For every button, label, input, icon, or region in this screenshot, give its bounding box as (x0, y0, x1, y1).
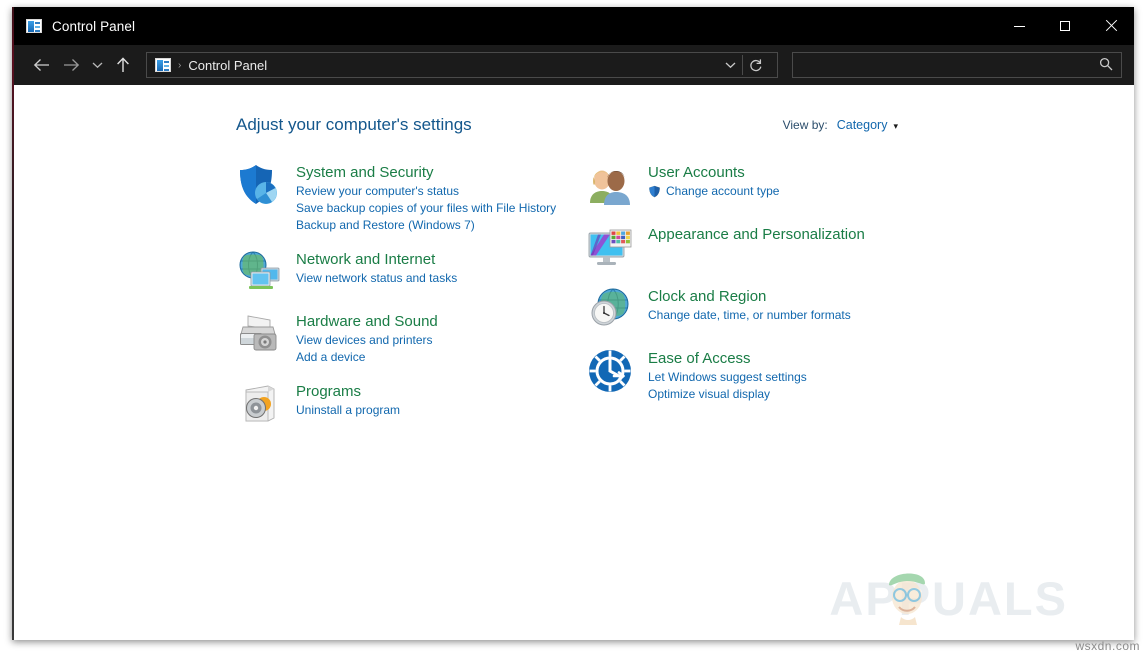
category-body: Ease of Access Let Windows suggest setti… (648, 347, 807, 403)
category-title[interactable]: Programs (296, 382, 400, 401)
category-programs[interactable]: Programs Uninstall a program (234, 380, 586, 428)
category-body: Clock and Region Change date, time, or n… (648, 285, 851, 324)
back-arrow-icon (33, 59, 49, 71)
category-link[interactable]: Backup and Restore (Windows 7) (296, 217, 556, 234)
category-title[interactable]: System and Security (296, 163, 556, 182)
category-body: Programs Uninstall a program (296, 380, 400, 419)
view-by-value[interactable]: Category (837, 118, 888, 132)
watermark-brand: APPUALS (829, 572, 1068, 625)
forward-arrow-icon (63, 59, 79, 71)
window-controls (996, 7, 1134, 45)
chevron-down-icon (725, 62, 735, 69)
category-title[interactable]: User Accounts (648, 163, 779, 182)
breadcrumb-path[interactable]: Control Panel (188, 58, 267, 73)
up-button[interactable] (108, 50, 138, 80)
monitor-palette-icon (586, 223, 634, 271)
category-link[interactable]: View devices and printers (296, 332, 438, 349)
recent-locations-button[interactable] (86, 50, 108, 80)
navigation-bar: › Control Panel (12, 45, 1134, 85)
address-bar[interactable]: › Control Panel (146, 52, 778, 78)
category-body: Network and Internet View network status… (296, 248, 457, 287)
category-body: Hardware and Sound View devices and prin… (296, 310, 438, 366)
category-system-and-security[interactable]: System and Security Review your computer… (234, 161, 586, 234)
address-bar-right-controls (718, 53, 769, 77)
watermark-mascot-icon (879, 563, 935, 625)
close-icon (1105, 20, 1117, 32)
title-bar: Control Panel (12, 7, 1134, 45)
category-link[interactable]: Save backup copies of your files with Fi… (296, 200, 556, 217)
breadcrumb-separator: › (178, 59, 182, 71)
minimize-icon (1013, 25, 1025, 27)
category-title[interactable]: Network and Internet (296, 250, 457, 269)
left-column: System and Security Review your computer… (234, 161, 586, 442)
appuals-watermark: APPUALS (829, 572, 1068, 625)
category-appearance-and-personalization[interactable]: Appearance and Personalization (586, 223, 986, 271)
refresh-button[interactable] (743, 53, 769, 77)
search-box[interactable] (792, 52, 1122, 78)
clock-globe-icon (586, 285, 634, 333)
breadcrumb-control-panel-icon (155, 58, 171, 72)
category-user-accounts[interactable]: User Accounts Change account type (586, 161, 986, 209)
site-watermark: wsxdn.com (1075, 639, 1140, 653)
category-link-row[interactable]: Change account type (648, 183, 779, 200)
category-title[interactable]: Ease of Access (648, 349, 807, 368)
view-by-label: View by: (782, 118, 828, 132)
category-columns: System and Security Review your computer… (234, 161, 1134, 442)
content-header: Adjust your computer's settings View by:… (236, 115, 1104, 135)
category-network-and-internet[interactable]: Network and Internet View network status… (234, 248, 586, 296)
chevron-down-icon (92, 62, 102, 69)
forward-button[interactable] (56, 50, 86, 80)
control-panel-icon (26, 19, 42, 33)
globe-monitors-icon (234, 248, 282, 296)
category-link[interactable]: Change account type (666, 183, 779, 200)
category-body: User Accounts Change account type (648, 161, 779, 200)
user-accounts-icon (586, 161, 634, 209)
close-button[interactable] (1088, 7, 1134, 45)
maximize-icon (1060, 21, 1070, 31)
content-area: Adjust your computer's settings View by:… (12, 85, 1134, 640)
category-body: System and Security Review your computer… (296, 161, 556, 234)
shield-chart-icon (234, 161, 282, 209)
ease-of-access-icon (586, 347, 634, 395)
up-arrow-icon (117, 57, 129, 72)
page-title: Adjust your computer's settings (236, 115, 472, 134)
category-clock-and-region[interactable]: Clock and Region Change date, time, or n… (586, 285, 986, 333)
category-title[interactable]: Appearance and Personalization (648, 225, 865, 244)
category-link[interactable]: Optimize visual display (648, 386, 807, 403)
window-title: Control Panel (52, 18, 136, 34)
category-link[interactable]: Review your computer's status (296, 183, 556, 200)
screenshot-root: Control Panel › Control Panel Adjust you… (0, 0, 1146, 655)
uac-shield-icon (648, 185, 661, 198)
category-hardware-and-sound[interactable]: Hardware and Sound View devices and prin… (234, 310, 586, 366)
maximize-button[interactable] (1042, 7, 1088, 45)
category-link[interactable]: Let Windows suggest settings (648, 369, 807, 386)
category-body: Appearance and Personalization (648, 223, 865, 245)
category-title[interactable]: Hardware and Sound (296, 312, 438, 331)
refresh-icon (750, 59, 762, 72)
category-ease-of-access[interactable]: Ease of Access Let Windows suggest setti… (586, 347, 986, 403)
search-icon (1099, 57, 1113, 74)
printer-icon (234, 310, 282, 358)
category-link[interactable]: Uninstall a program (296, 402, 400, 419)
control-panel-window: Control Panel › Control Panel Adjust you… (12, 7, 1134, 640)
chevron-down-icon[interactable]: ▾ (893, 121, 898, 132)
search-input[interactable] (801, 57, 1093, 73)
right-column: User Accounts Change account type Appear… (586, 161, 986, 442)
category-link[interactable]: Add a device (296, 349, 438, 366)
minimize-button[interactable] (996, 7, 1042, 45)
program-disc-icon (234, 380, 282, 428)
title-bar-left: Control Panel (12, 19, 135, 34)
category-title[interactable]: Clock and Region (648, 287, 851, 306)
back-button[interactable] (26, 50, 56, 80)
view-by-control[interactable]: View by: Category ▾ (783, 118, 1104, 132)
category-link[interactable]: Change date, time, or number formats (648, 307, 851, 324)
category-link[interactable]: View network status and tasks (296, 270, 457, 287)
address-dropdown-button[interactable] (718, 53, 742, 77)
